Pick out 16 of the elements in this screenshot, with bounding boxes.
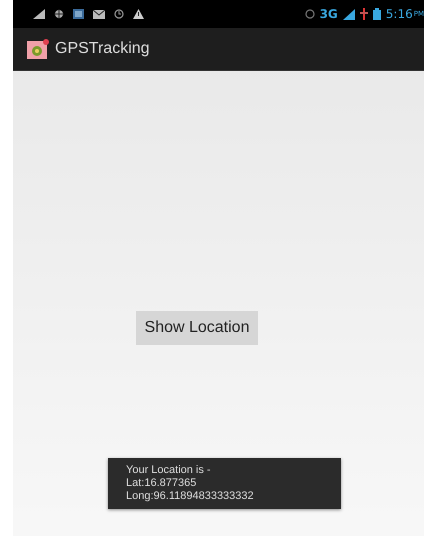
show-location-button[interactable]: Show Location [136,311,258,345]
toast-line: Lat:16.877365 [126,477,198,490]
app-title: GPSTracking [55,40,150,58]
signal-icon [33,9,45,19]
app-icon [27,39,49,59]
mail-icon [93,10,105,18]
network-type: 3G [320,7,338,21]
toast-line: Long:96.11894833333332 [126,490,255,503]
warning-icon [133,9,144,19]
toast-line: Your Location is - [126,464,212,477]
battery-icon [372,8,381,20]
clock-icon [114,9,124,19]
clock-time: 5:16 [386,7,413,21]
location-icon [54,9,64,19]
image-icon [73,9,84,19]
signal-bars-icon [342,8,355,20]
